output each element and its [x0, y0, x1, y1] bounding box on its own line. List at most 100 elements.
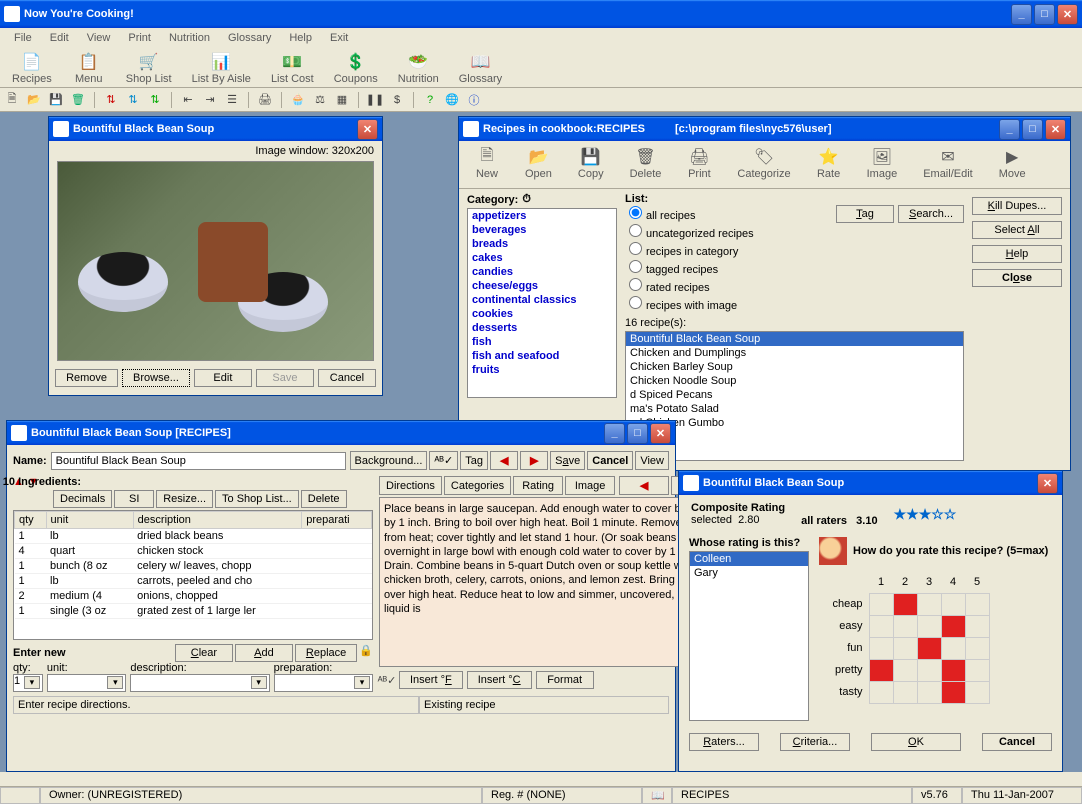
- ing-delete-button[interactable]: Delete: [301, 490, 347, 508]
- rtoolbar-move[interactable]: ▶Move: [991, 145, 1034, 184]
- category-item[interactable]: continental classics: [468, 293, 616, 307]
- minimize-icon[interactable]: _: [999, 119, 1020, 140]
- criteria-button[interactable]: Criteria...: [780, 733, 850, 751]
- cancel-button[interactable]: Cancel: [587, 451, 633, 470]
- rater-item[interactable]: Colleen: [690, 552, 808, 566]
- directions-text[interactable]: Place beans in large saucepan. Add enoug…: [379, 497, 721, 667]
- category-item[interactable]: cookies: [468, 307, 616, 321]
- search-button[interactable]: Search...: [898, 205, 964, 223]
- recipe-item[interactable]: ma's Potato Salad: [626, 402, 963, 416]
- sort-za-icon[interactable]: ⇅: [125, 92, 141, 108]
- raters-button[interactable]: Raters...: [689, 733, 759, 751]
- select-all-button[interactable]: Select All: [972, 221, 1062, 239]
- new-icon[interactable]: 🗎: [4, 92, 20, 108]
- insert-f-button[interactable]: Insert °F: [399, 671, 463, 689]
- scale-icon[interactable]: ⚖: [312, 92, 328, 108]
- close-icon[interactable]: ✕: [1045, 119, 1066, 140]
- help-button[interactable]: Help: [972, 245, 1062, 263]
- menu-file[interactable]: File: [6, 30, 40, 46]
- save-icon[interactable]: 💾: [48, 92, 64, 108]
- category-item[interactable]: cakes: [468, 251, 616, 265]
- menu-nutrition[interactable]: Nutrition: [161, 30, 218, 46]
- menu-exit[interactable]: Exit: [322, 30, 356, 46]
- grid-icon[interactable]: ▦: [334, 92, 350, 108]
- description-combo[interactable]: [130, 674, 269, 692]
- toolbar-recipes[interactable]: 📄Recipes: [4, 50, 60, 85]
- recipe-item[interactable]: nd Chicken Gumbo: [626, 416, 963, 430]
- cancel-button[interactable]: Cancel: [318, 369, 376, 387]
- qty-combo[interactable]: 1: [13, 674, 43, 692]
- browse-button[interactable]: Browse...: [122, 369, 190, 387]
- name-input[interactable]: [51, 452, 346, 470]
- menu-help[interactable]: Help: [281, 30, 320, 46]
- menu-glossary[interactable]: Glossary: [220, 30, 279, 46]
- rtoolbar-open[interactable]: 📂Open: [517, 145, 560, 184]
- delete-icon[interactable]: 🗑: [70, 92, 86, 108]
- toolbar-coupons[interactable]: 💲Coupons: [326, 50, 386, 85]
- recipe-item[interactable]: Bountiful Black Bean Soup: [626, 332, 963, 346]
- globe-icon[interactable]: 🌐: [444, 92, 460, 108]
- ingredient-row[interactable]: 1bunch (8 ozcelery w/ leaves, chopp: [15, 559, 372, 574]
- filter-radio[interactable]: uncategorized recipes: [629, 223, 836, 241]
- spellcheck-button[interactable]: ᴬᴮ✓: [429, 451, 458, 470]
- preparation-combo[interactable]: [274, 674, 373, 692]
- close-button[interactable]: Close: [972, 269, 1062, 287]
- close-icon[interactable]: ✕: [357, 119, 378, 140]
- category-item[interactable]: desserts: [468, 321, 616, 335]
- tab-categories[interactable]: Categories: [444, 476, 511, 495]
- recipe-item[interactable]: Chicken Barley Soup: [626, 360, 963, 374]
- toolbar-glossary[interactable]: 📖Glossary: [451, 50, 510, 85]
- rtoolbar-image[interactable]: 🖼Image: [859, 145, 906, 184]
- category-item[interactable]: cheese/eggs: [468, 279, 616, 293]
- edit-button[interactable]: Edit: [194, 369, 252, 387]
- category-item[interactable]: beverages: [468, 223, 616, 237]
- tab-image[interactable]: Image: [565, 476, 615, 495]
- maximize-icon[interactable]: □: [1022, 119, 1043, 140]
- prev-button[interactable]: ◀: [490, 451, 518, 470]
- tab-directions[interactable]: Directions: [379, 476, 442, 495]
- rtoolbar-categorize[interactable]: 🏷Categorize: [729, 145, 798, 184]
- save-button[interactable]: Save: [550, 451, 585, 470]
- sort-az-icon[interactable]: ⇅: [103, 92, 119, 108]
- ingredient-row[interactable]: 2medium (4onions, chopped: [15, 589, 372, 604]
- ingredient-row[interactable]: 1single (3 ozgrated zest of 1 large ler: [15, 604, 372, 619]
- category-item[interactable]: fish: [468, 335, 616, 349]
- recipe-item[interactable]: Chicken and Dumplings: [626, 346, 963, 360]
- toolbar-list-cost[interactable]: 💵List Cost: [263, 50, 322, 85]
- replace-button[interactable]: Replace: [295, 644, 357, 662]
- next-button[interactable]: ▶: [520, 451, 548, 470]
- toolbar-menu[interactable]: 📋Menu: [64, 50, 114, 85]
- toolbar-list-by-aisle[interactable]: 📊List By Aisle: [184, 50, 259, 85]
- open-icon[interactable]: 📂: [26, 92, 42, 108]
- print-icon[interactable]: 🖨: [257, 92, 273, 108]
- clear-button[interactable]: Clear: [175, 644, 233, 662]
- unit-combo[interactable]: [47, 674, 127, 692]
- menu-edit[interactable]: Edit: [42, 30, 77, 46]
- spellcheck-icon[interactable]: ᴬᴮ✓: [379, 672, 395, 688]
- tag-button[interactable]: Tag: [460, 451, 488, 470]
- category-list[interactable]: appetizersbeveragesbreadscakescandiesche…: [467, 208, 617, 398]
- indent-icon[interactable]: ⇤: [180, 92, 196, 108]
- ingredient-row[interactable]: 1lbdried black beans: [15, 529, 372, 544]
- view-button[interactable]: View: [635, 451, 669, 470]
- rtoolbar-new[interactable]: 🗎New: [467, 145, 507, 184]
- outdent-icon[interactable]: ⇥: [202, 92, 218, 108]
- insert-c-button[interactable]: Insert °C: [467, 671, 532, 689]
- rtoolbar-email-edit[interactable]: ✉Email/Edit: [915, 145, 981, 184]
- category-item[interactable]: candies: [468, 265, 616, 279]
- toolbar-nutrition[interactable]: 🥗Nutrition: [390, 50, 447, 85]
- rtoolbar-rate[interactable]: ⭐Rate: [809, 145, 849, 184]
- toolbar-shop-list[interactable]: 🛒Shop List: [118, 50, 180, 85]
- category-item[interactable]: fruits: [468, 363, 616, 377]
- close-icon[interactable]: ✕: [650, 423, 671, 444]
- recipe-item[interactable]: Chicken Noodle Soup: [626, 374, 963, 388]
- raters-list[interactable]: ColleenGary: [689, 551, 809, 721]
- menu-view[interactable]: View: [79, 30, 119, 46]
- filter-radio[interactable]: recipes in category: [629, 241, 836, 259]
- add-button[interactable]: Add: [235, 644, 293, 662]
- rtoolbar-print[interactable]: 🖨Print: [679, 145, 719, 184]
- recipe-item[interactable]: d Spiced Pecans: [626, 388, 963, 402]
- maximize-button[interactable]: □: [1034, 4, 1055, 25]
- ingredients-table[interactable]: qtyunitdescriptionpreparati1lbdried blac…: [13, 510, 373, 640]
- close-icon[interactable]: ✕: [1037, 473, 1058, 494]
